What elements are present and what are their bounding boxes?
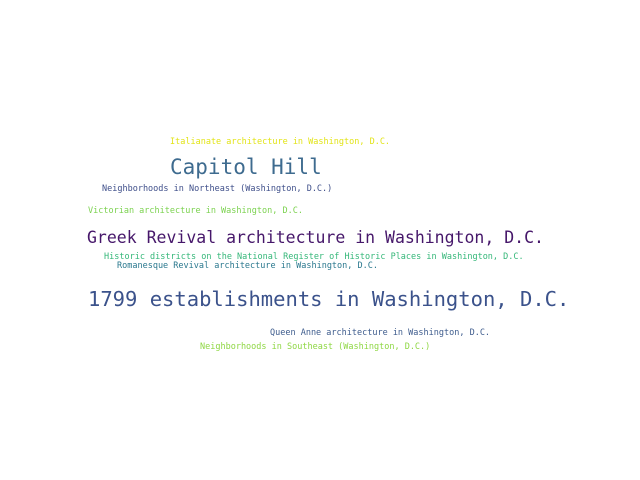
word-italianate-architecture: Italianate architecture in Washington, D…	[170, 137, 391, 147]
word-1799-establishments: 1799 establishments in Washington, D.C.	[88, 287, 570, 311]
word-neighborhoods-northeast: Neighborhoods in Northeast (Washington, …	[102, 184, 333, 194]
word-victorian-architecture: Victorian architecture in Washington, D.…	[88, 206, 303, 216]
word-greek-revival-architecture: Greek Revival architecture in Washington…	[87, 228, 544, 247]
word-neighborhoods-southeast: Neighborhoods in Southeast (Washington, …	[200, 342, 431, 352]
word-cloud: Italianate architecture in Washington, D…	[0, 0, 640, 480]
word-romanesque-revival-architecture: Romanesque Revival architecture in Washi…	[117, 261, 378, 271]
word-capitol-hill: Capitol Hill	[170, 155, 322, 179]
word-queen-anne-architecture: Queen Anne architecture in Washington, D…	[270, 328, 491, 338]
